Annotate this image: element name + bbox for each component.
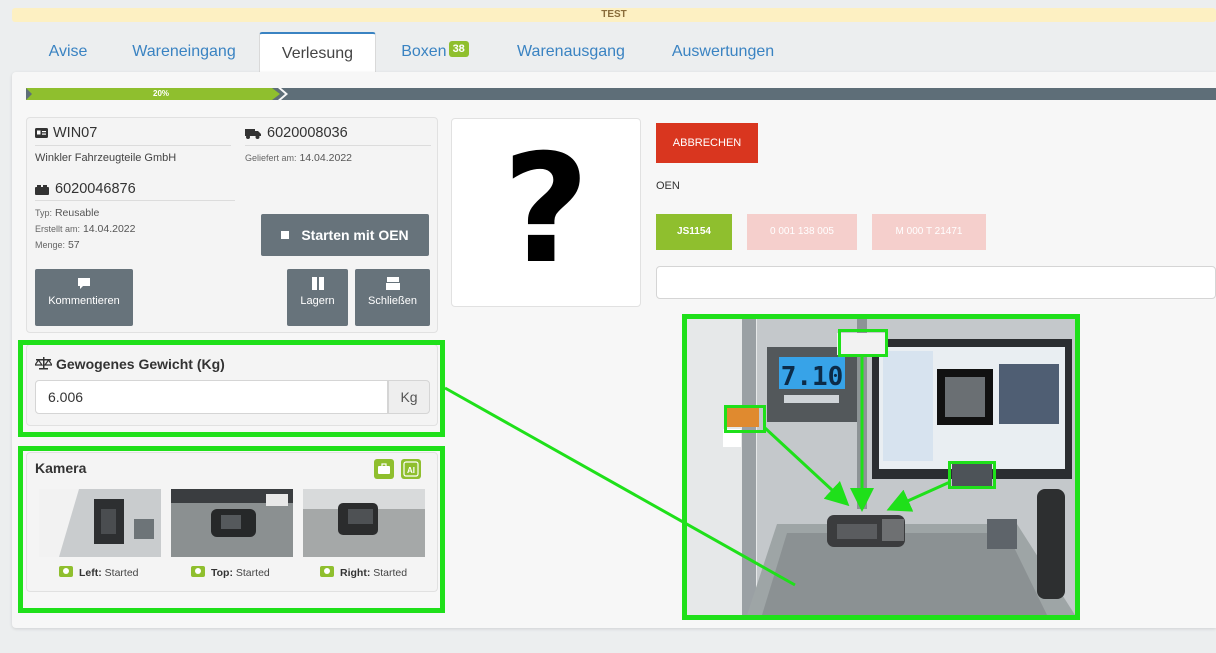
comment-icon	[78, 278, 90, 289]
workstation-photo: 7.10	[682, 314, 1080, 620]
cancel-button[interactable]: ABBRECHEN	[656, 123, 758, 163]
close-box-label: Schließen	[368, 295, 417, 307]
truck-icon	[245, 129, 261, 139]
created-label: Erstellt am:	[35, 224, 81, 234]
close-box-button[interactable]: Schließen	[355, 269, 430, 326]
boxen-count-badge: 38	[448, 41, 469, 57]
store-label: Lagern	[300, 295, 335, 307]
quantity-label: Menge:	[35, 240, 66, 250]
progress-bar: 20%	[26, 88, 1216, 100]
delivered-date: 14.04.2022	[299, 152, 353, 164]
question-mark-icon: ?	[502, 123, 590, 297]
oen-label: OEN	[656, 180, 680, 192]
store-button[interactable]: Lagern	[287, 269, 348, 326]
start-with-oen-button[interactable]: Starten mit OEN	[261, 214, 429, 256]
type-info: Typ: Reusable	[35, 207, 99, 219]
divider	[35, 145, 231, 146]
archive-box-icon	[385, 277, 400, 290]
created-date: 14.04.2022	[82, 223, 136, 235]
delivered-label: Geliefert am:	[245, 153, 297, 163]
book-icon	[311, 277, 324, 290]
customer-id: WIN07	[53, 125, 98, 141]
quantity-value: 57	[67, 239, 80, 251]
quantity-info: Menge: 57	[35, 239, 80, 251]
box-id: 6020046876	[55, 181, 136, 197]
tab-wareneingang[interactable]: Wareneingang	[130, 32, 238, 72]
order-info-card: WIN07 Winkler Fahrzeugteile GmbH 6020008…	[26, 117, 438, 333]
divider	[245, 145, 431, 146]
comment-label: Kommentieren	[48, 295, 120, 307]
unknown-part-image: ?	[451, 118, 641, 307]
tab-verlesung[interactable]: Verlesung	[259, 32, 376, 74]
camera-highlight-frame	[18, 446, 445, 613]
oen-option-0001138005[interactable]: 0 001 138 005	[747, 214, 857, 250]
tab-auswertungen[interactable]: Auswertungen	[668, 32, 778, 72]
tab-boxen[interactable]: Boxen 38	[396, 32, 474, 72]
boxes-icon	[35, 185, 49, 195]
test-environment-banner: TEST	[12, 8, 1216, 22]
left-camera-marker	[724, 405, 766, 433]
progress-label: 20%	[153, 89, 170, 98]
tab-boxen-label: Boxen	[401, 43, 447, 60]
top-camera-marker	[838, 329, 888, 357]
oen-option-js1154[interactable]: JS1154	[656, 214, 732, 250]
main-tabs: Avise Wareneingang Verlesung Boxen 38 War…	[0, 32, 1216, 74]
workstation-scene: 7.10	[687, 319, 1075, 615]
customer-name: Winkler Fahrzeugteile GmbH	[35, 152, 177, 164]
right-camera-marker	[948, 461, 996, 489]
divider	[35, 200, 235, 201]
tab-avise[interactable]: Avise	[46, 32, 90, 72]
oen-input[interactable]	[656, 266, 1216, 299]
scale-display-readout: 7.10	[781, 362, 844, 392]
stop-square-icon	[281, 231, 290, 239]
id-card-icon	[35, 128, 48, 138]
start-with-oen-label: Starten mit OEN	[301, 227, 409, 243]
type-value: Reusable	[54, 207, 100, 219]
delivered-info: Geliefert am: 14.04.2022	[245, 152, 352, 164]
comment-button[interactable]: Kommentieren	[35, 269, 133, 326]
tab-warenausgang[interactable]: Warenausgang	[514, 32, 628, 72]
created-info: Erstellt am: 14.04.2022	[35, 223, 136, 235]
delivery-id: 6020008036	[267, 125, 348, 141]
oen-option-m000t21471[interactable]: M 000 T 21471	[872, 214, 986, 250]
type-label: Typ:	[35, 208, 53, 218]
weight-highlight-frame	[18, 340, 445, 437]
